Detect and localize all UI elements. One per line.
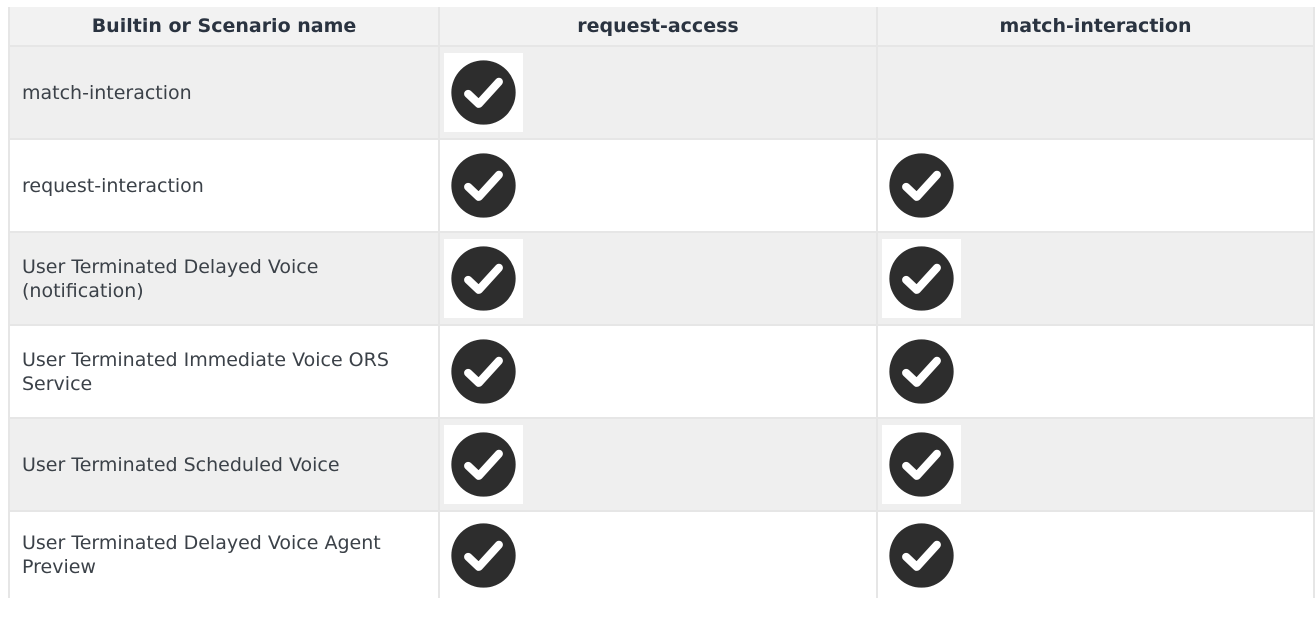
table-row: request-interaction bbox=[8, 138, 1315, 233]
table-row: match-interaction bbox=[8, 45, 1315, 140]
check-circle-icon bbox=[444, 53, 523, 132]
check-circle-icon bbox=[444, 146, 523, 225]
match-interaction-cell bbox=[876, 45, 1315, 140]
table-row: User Terminated Delayed Voice Agent Prev… bbox=[8, 510, 1315, 598]
header-match-interaction: match-interaction bbox=[876, 7, 1315, 47]
scenario-table: Builtin or Scenario name request-access … bbox=[8, 7, 1315, 598]
check-circle-icon bbox=[882, 332, 961, 411]
row-name: User Terminated Scheduled Voice bbox=[8, 417, 440, 512]
header-scenario-name: Builtin or Scenario name bbox=[8, 7, 440, 47]
table-row: User Terminated Delayed Voice (notificat… bbox=[8, 231, 1315, 326]
row-name: User Terminated Delayed Voice Agent Prev… bbox=[8, 510, 440, 598]
match-interaction-cell bbox=[876, 231, 1315, 326]
check-circle-icon bbox=[444, 516, 523, 595]
match-interaction-cell bbox=[876, 510, 1315, 598]
row-name: User Terminated Immediate Voice ORS Serv… bbox=[8, 324, 440, 419]
match-interaction-cell bbox=[876, 324, 1315, 419]
check-circle-icon bbox=[882, 146, 961, 225]
check-circle-icon bbox=[882, 516, 961, 595]
header-request-access: request-access bbox=[438, 7, 878, 47]
row-name: User Terminated Delayed Voice (notificat… bbox=[8, 231, 440, 326]
request-access-cell bbox=[438, 45, 878, 140]
check-circle-icon bbox=[882, 425, 961, 504]
table-row: User Terminated Immediate Voice ORS Serv… bbox=[8, 324, 1315, 419]
request-access-cell bbox=[438, 417, 878, 512]
request-access-cell bbox=[438, 510, 878, 598]
row-name: match-interaction bbox=[8, 45, 440, 140]
check-circle-icon bbox=[882, 239, 961, 318]
request-access-cell bbox=[438, 231, 878, 326]
row-name: request-interaction bbox=[8, 138, 440, 233]
table-header-row: Builtin or Scenario name request-access … bbox=[8, 7, 1315, 47]
check-circle-icon bbox=[444, 239, 523, 318]
table-row: User Terminated Scheduled Voice bbox=[8, 417, 1315, 512]
request-access-cell bbox=[438, 324, 878, 419]
check-circle-icon bbox=[444, 332, 523, 411]
match-interaction-cell bbox=[876, 138, 1315, 233]
match-interaction-cell bbox=[876, 417, 1315, 512]
request-access-cell bbox=[438, 138, 878, 233]
check-circle-icon bbox=[444, 425, 523, 504]
